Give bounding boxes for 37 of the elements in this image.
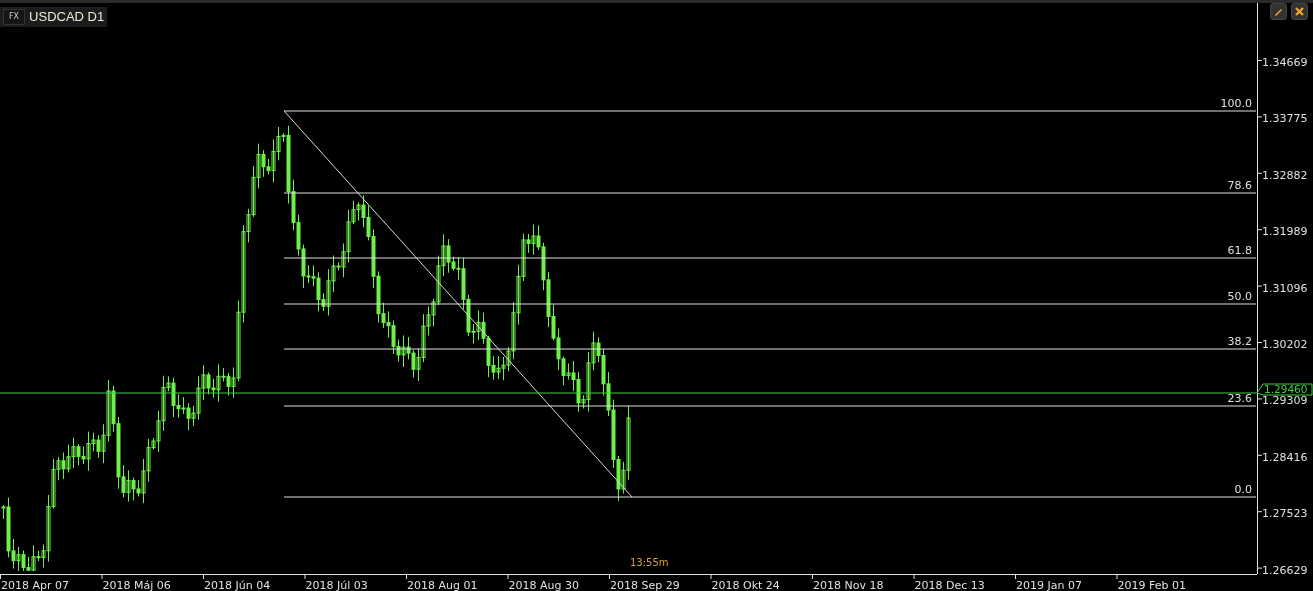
- close-button[interactable]: [1291, 3, 1308, 20]
- current-price-label: 1.29460: [1256, 383, 1313, 396]
- date-axis-tick: 2018 Apr 07: [0, 573, 69, 591]
- date-axis-tick: 2018 Nov 18: [812, 573, 884, 591]
- pen-icon: [1274, 7, 1283, 16]
- date-axis-tick: 2018 Okt 24: [710, 573, 780, 591]
- price-axis-tick: 1.31096: [1256, 281, 1308, 295]
- fibonacci-level-label: 100.0: [1220, 97, 1252, 110]
- price-axis-tick: 1.30202: [1256, 338, 1308, 351]
- date-axis-tick: 2018 Dec 13: [913, 573, 985, 591]
- close-icon: [1295, 7, 1304, 16]
- date-axis-tick: 2018 Aug 01: [406, 573, 478, 591]
- date-axis-tick: 2018 Aug 30: [507, 573, 579, 591]
- fibonacci-level-label: 38.2: [1227, 335, 1252, 348]
- fibonacci-level-label: 23.6: [1227, 392, 1252, 405]
- price-axis-tick: 1.29309: [1256, 394, 1308, 408]
- date-axis-tick: 2019 Jan 07: [1015, 573, 1082, 591]
- price-axis-tick: 1.34669: [1256, 56, 1308, 69]
- price-axis-tick: 1.27523: [1256, 507, 1308, 521]
- price-axis-tick: 1.32882: [1256, 168, 1308, 182]
- fibonacci-level-label: 50.0: [1227, 290, 1252, 303]
- price-axis-tick: 1.33775: [1256, 112, 1308, 126]
- date-axis-tick: 2018 Jún 04: [203, 573, 271, 591]
- price-axis-tick: 1.31989: [1256, 225, 1308, 239]
- date-axis-tick: 2019 Feb 01: [1116, 573, 1186, 591]
- fibonacci-level-label: 78.6: [1227, 179, 1252, 192]
- price-axis-tick: 1.26629: [1256, 563, 1308, 577]
- market-badge: FX: [3, 9, 26, 25]
- bar-timer: 13:55m: [630, 557, 669, 568]
- date-axis-tick: 2018 Máj 06: [101, 573, 171, 591]
- edit-button[interactable]: [1270, 3, 1287, 20]
- chart-title: USDCAD D1: [29, 9, 105, 25]
- date-axis-tick: 2018 Sep 29: [609, 573, 680, 591]
- fibonacci-level-label: 61.8: [1227, 244, 1252, 257]
- date-axis-tick: 2018 Júl 03: [304, 573, 368, 591]
- fibonacci-level-label: 0.0: [1234, 483, 1252, 496]
- price-axis-tick: 1.28416: [1256, 450, 1308, 464]
